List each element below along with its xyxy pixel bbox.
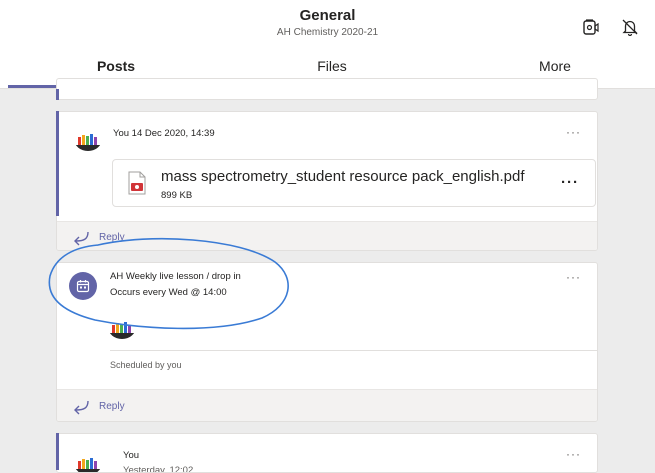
reply-button[interactable]: Reply	[99, 232, 125, 243]
post-author-time: You 14 Dec 2020, 14:39	[113, 128, 215, 139]
video-camera-icon[interactable]	[580, 17, 600, 37]
previous-post-card	[56, 78, 598, 100]
previous-post-accent	[56, 89, 59, 100]
post-author: You	[123, 450, 140, 461]
file-more-button[interactable]: ···	[561, 174, 579, 191]
reply-arrow-icon	[72, 399, 90, 415]
avatar[interactable]	[74, 127, 102, 151]
meeting-title[interactable]: AH Weekly live lesson / drop in	[110, 271, 241, 282]
tab-more[interactable]: More	[490, 58, 620, 74]
reply-row[interactable]: Reply	[57, 389, 597, 421]
bell-off-icon[interactable]	[620, 17, 640, 37]
post-more-button[interactable]: ···	[566, 125, 581, 139]
post-time: Yesterday, 12:02	[123, 465, 194, 473]
pdf-file-icon	[128, 171, 146, 200]
meeting-recurrence: Occurs every Wed @ 14:00	[110, 287, 227, 298]
reply-row[interactable]: Reply	[57, 221, 597, 250]
third-post-accent	[56, 433, 59, 470]
meeting-post-card: AH Weekly live lesson / drop in Occurs e…	[56, 262, 598, 422]
channel-title: General	[299, 7, 356, 24]
third-post-card: You Yesterday, 12:02 ···	[56, 433, 598, 473]
team-name: AH Chemistry 2020-21	[276, 27, 379, 38]
file-name: mass spectrometry_student resource pack_…	[161, 168, 525, 185]
file-post-accent	[56, 111, 59, 216]
file-attachment[interactable]: mass spectrometry_student resource pack_…	[112, 159, 596, 207]
file-post-card: You 14 Dec 2020, 14:39 ··· mass spectrom…	[56, 111, 598, 251]
scheduled-by: Scheduled by you	[110, 360, 182, 370]
reply-arrow-icon	[72, 230, 90, 246]
channel-header: General AH Chemistry 2020-21 Posts Files…	[0, 0, 655, 88]
tab-files[interactable]: Files	[224, 58, 440, 74]
attendee-avatar[interactable]	[108, 315, 136, 339]
calendar-icon	[69, 272, 97, 300]
post-more-button[interactable]: ···	[566, 447, 581, 461]
reply-button[interactable]: Reply	[99, 401, 125, 412]
meeting-more-button[interactable]: ···	[566, 270, 581, 284]
file-size: 899 KB	[161, 190, 193, 201]
meeting-divider	[110, 350, 597, 351]
tab-posts[interactable]: Posts	[8, 58, 224, 74]
